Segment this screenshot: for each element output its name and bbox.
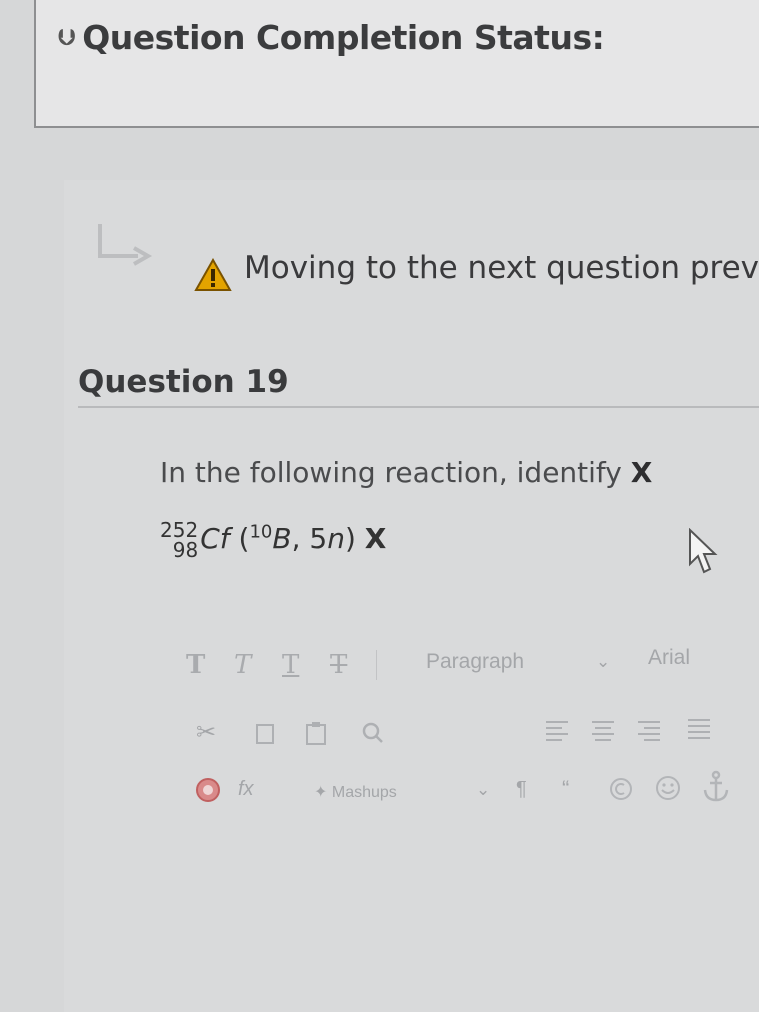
- nuclear-reaction: 252 98 Cf (10B, 5n) X: [160, 520, 386, 560]
- chevron-down-icon[interactable]: ⌄: [596, 652, 610, 672]
- strikethrough-button[interactable]: T: [330, 650, 347, 680]
- completion-status-panel: ⮋ Question Completion Status:: [34, 0, 759, 128]
- question-title: Question 19: [78, 364, 289, 400]
- mouse-pointer-icon: [689, 528, 718, 574]
- paragraph-mark-icon[interactable]: ¶: [516, 778, 527, 801]
- copy-icon[interactable]: [254, 722, 276, 746]
- completion-status-title[interactable]: ⮋ Question Completion Status:: [58, 18, 605, 57]
- align-right-icon[interactable]: [636, 718, 662, 744]
- mashups-label: Mashups: [331, 784, 397, 801]
- mass-number: 252: [160, 518, 199, 542]
- question-content: Moving to the next question prevent Ques…: [64, 180, 759, 1012]
- product-symbol: X: [364, 522, 387, 555]
- atomic-number: 98: [172, 538, 199, 562]
- status-title-text: Question Completion Status:: [82, 18, 605, 57]
- projectile-symbol: B: [272, 522, 292, 555]
- italic-button[interactable]: T: [234, 650, 251, 680]
- paste-icon[interactable]: [304, 720, 328, 746]
- prompt-prefix: In the following reaction, identify: [160, 456, 631, 489]
- underline-button[interactable]: T: [282, 650, 299, 680]
- projectile-mass: 10: [249, 521, 273, 543]
- warning-text: Moving to the next question prevent: [244, 250, 759, 286]
- mashups-menu[interactable]: ✦ Mashups: [314, 782, 397, 802]
- toolbar-divider: [376, 650, 377, 680]
- record-icon[interactable]: [194, 776, 222, 804]
- warning-triangle-icon: [194, 258, 232, 291]
- formula-button[interactable]: fx: [238, 778, 254, 801]
- mashups-icon: ✦: [314, 784, 332, 801]
- close-paren: ): [344, 522, 365, 555]
- page: ⮋ Question Completion Status: Moving to t…: [0, 0, 759, 1012]
- copyright-icon[interactable]: [608, 776, 634, 802]
- chevron-down-icon[interactable]: ⌄: [476, 780, 490, 800]
- emoji-icon[interactable]: [654, 774, 682, 802]
- paragraph-select[interactable]: Paragraph: [426, 650, 524, 674]
- search-icon[interactable]: [360, 720, 386, 746]
- target-symbol: Cf: [200, 522, 230, 555]
- quote-icon[interactable]: “: [562, 776, 569, 802]
- chevron-down-icon[interactable]: ⮋: [58, 26, 75, 51]
- bold-button[interactable]: T: [186, 650, 205, 680]
- align-left-icon[interactable]: [544, 718, 570, 744]
- nuclide-numbers: 252 98: [160, 520, 198, 560]
- question-header: Question 19: [78, 364, 759, 408]
- font-select[interactable]: Arial: [648, 646, 690, 670]
- editor-toolbar: T T T T Paragraph ⌄ Arial ✂ fx ✦ Mashups…: [176, 636, 759, 802]
- cut-icon[interactable]: ✂: [196, 718, 216, 747]
- question-prompt: In the following reaction, identify X: [160, 456, 652, 489]
- prompt-variable: X: [630, 456, 653, 489]
- neutron-symbol: n: [327, 522, 345, 555]
- align-justify-icon[interactable]: [686, 716, 712, 744]
- align-center-icon[interactable]: [590, 718, 616, 744]
- nav-return-arrow-icon: [98, 224, 153, 266]
- anchor-icon[interactable]: [702, 770, 730, 804]
- open-paren: (: [229, 522, 250, 555]
- reaction-rest: , 5: [291, 522, 328, 555]
